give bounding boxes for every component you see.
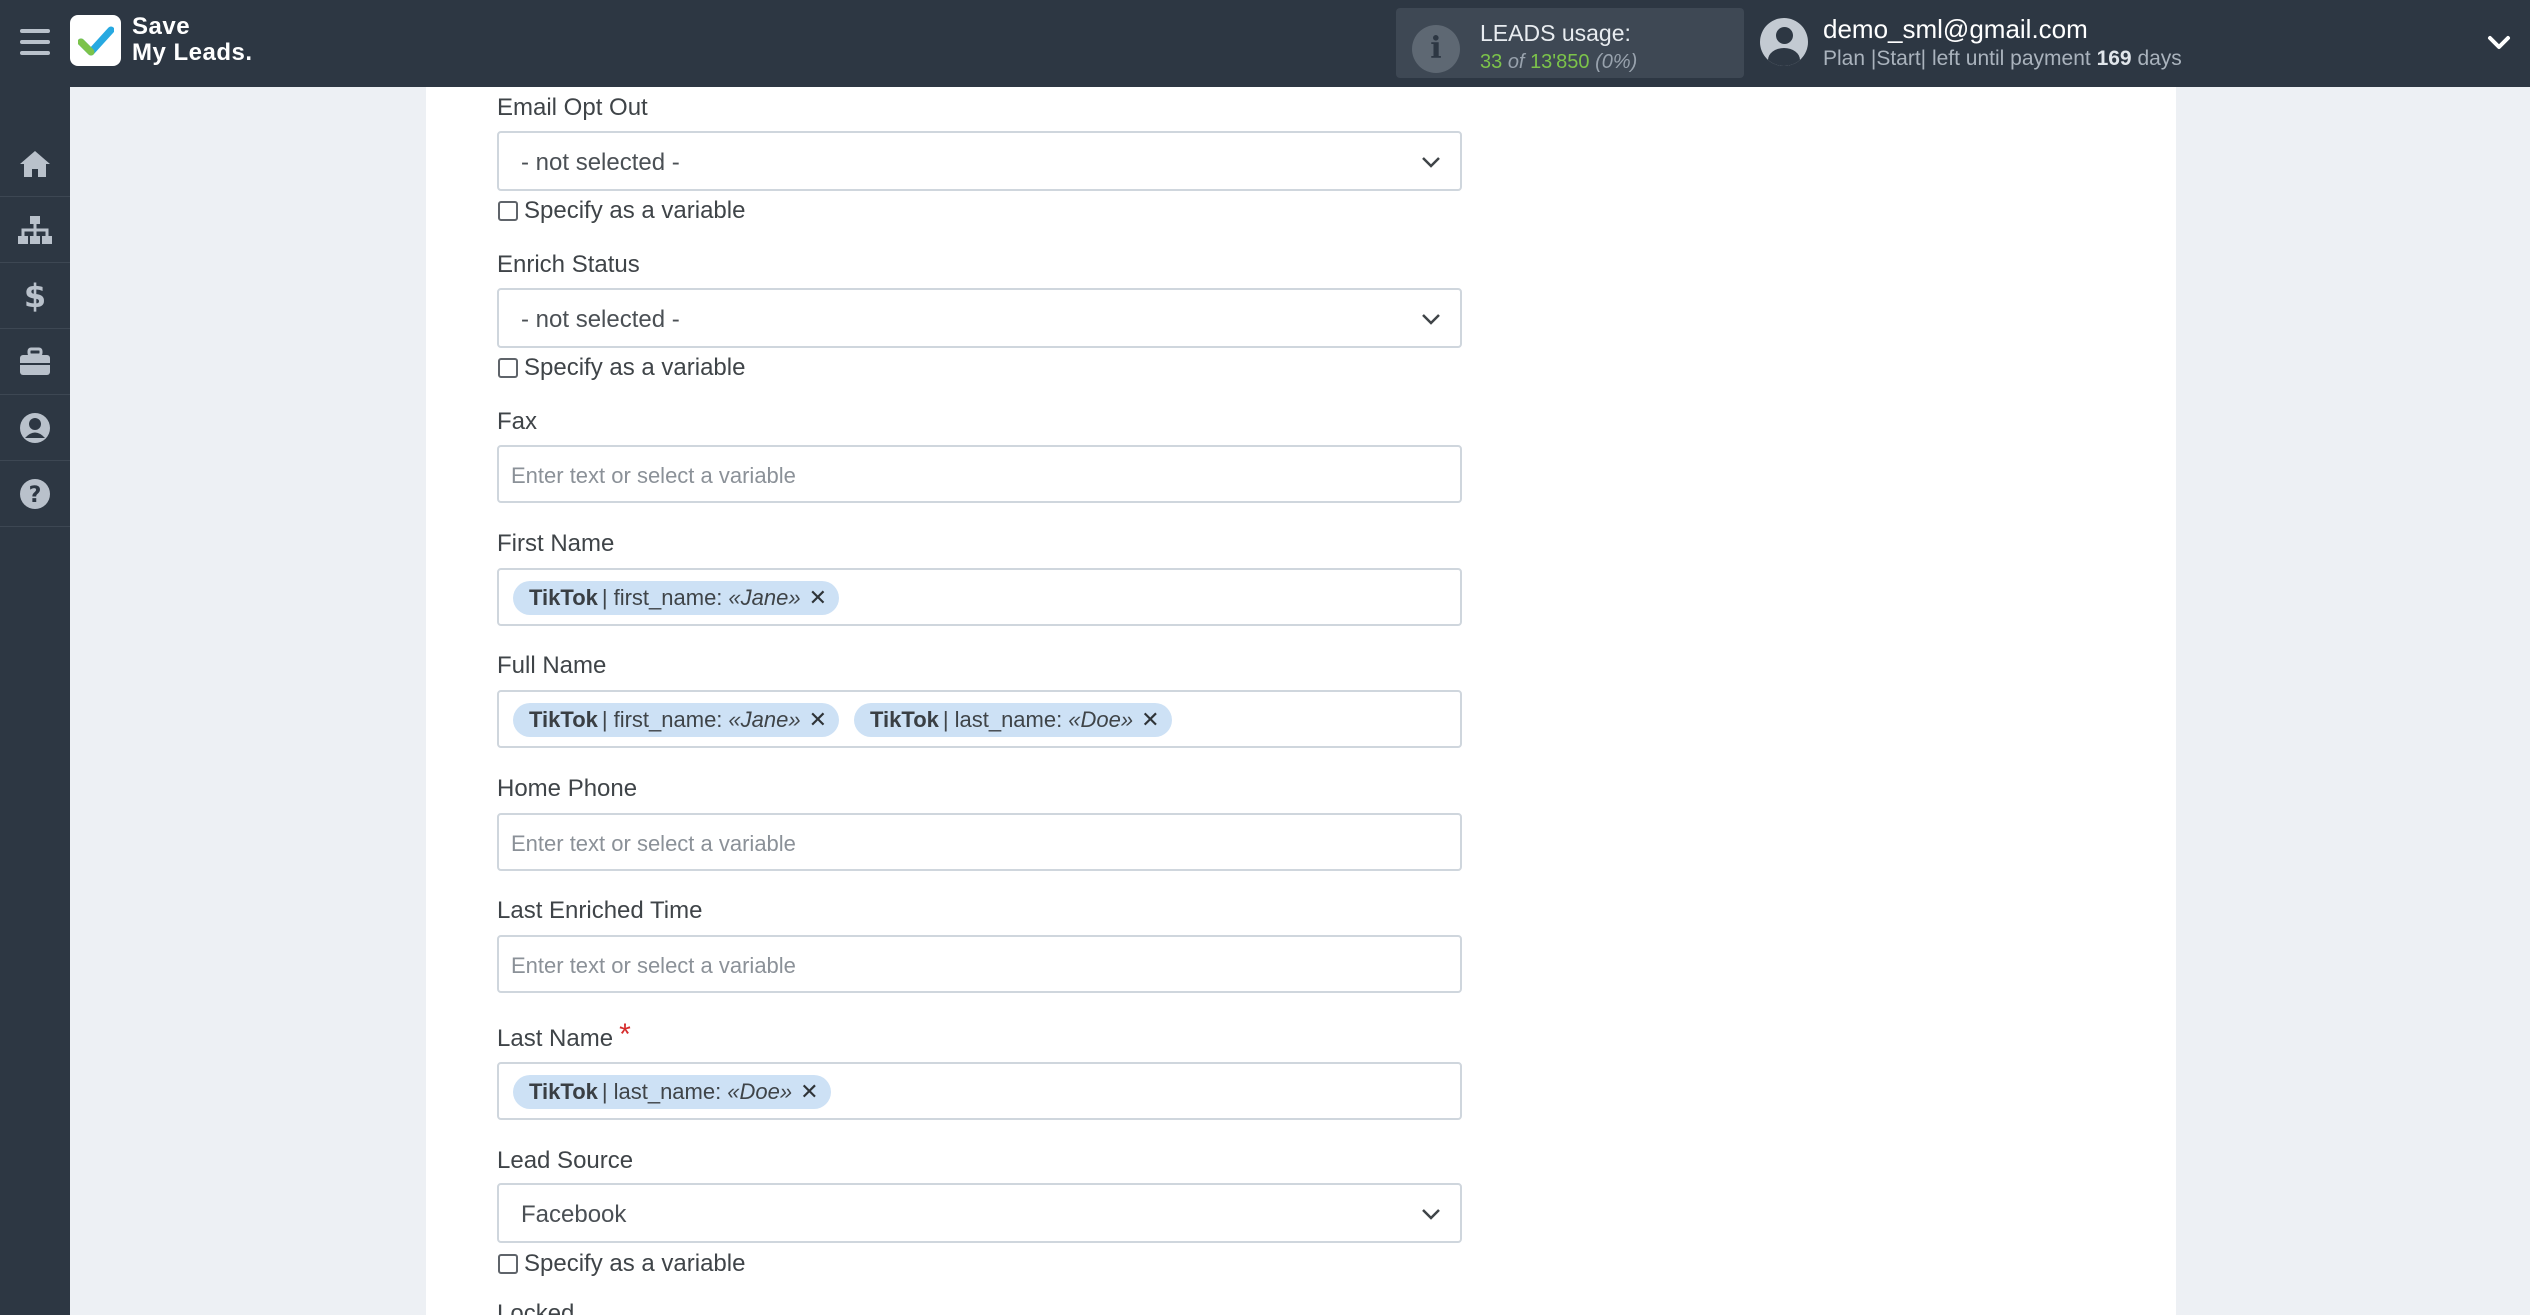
leads-usage-box: i LEADS usage: 33 of 13'850 (0%) bbox=[1396, 8, 1744, 78]
close-icon[interactable]: ✕ bbox=[800, 1079, 818, 1105]
tag-field: first_name: bbox=[613, 585, 723, 610]
leads-total: 13'850 bbox=[1530, 51, 1590, 73]
variable-tag: TikTok | last_name: «Doe» ✕ bbox=[854, 703, 1172, 737]
logo-line-1: Save bbox=[132, 13, 191, 40]
chevron-down-icon bbox=[1422, 314, 1440, 325]
tag-value: «Doe» bbox=[1068, 707, 1134, 732]
dollar-icon[interactable]: $ bbox=[0, 263, 70, 329]
logo-icon[interactable] bbox=[70, 15, 121, 66]
chevron-down-icon bbox=[1422, 1209, 1440, 1220]
lead-source-label: Lead Source bbox=[497, 1147, 634, 1174]
lead-source-select[interactable]: Facebook bbox=[497, 1183, 1462, 1243]
last-name-input[interactable]: TikTok | last_name: «Doe» ✕ bbox=[497, 1062, 1462, 1120]
chevron-down-icon bbox=[1422, 157, 1440, 168]
briefcase-icon[interactable] bbox=[0, 329, 70, 395]
menu-icon[interactable] bbox=[18, 25, 52, 59]
email-opt-out-checkbox[interactable]: Specify as a variable bbox=[498, 197, 745, 225]
first-name-input[interactable]: TikTok | first_name: «Jane» ✕ bbox=[497, 568, 1462, 626]
enrich-status-label: Enrich Status bbox=[497, 251, 640, 278]
svg-text:?: ? bbox=[29, 483, 42, 508]
checkbox-box[interactable] bbox=[498, 201, 518, 221]
leads-of: of bbox=[1507, 51, 1525, 73]
tag-field: last_name: bbox=[954, 707, 1063, 732]
tag-separator: | bbox=[601, 707, 608, 732]
enrich-status-value: - not selected - bbox=[521, 306, 680, 333]
email-opt-out-select[interactable]: - not selected - bbox=[497, 131, 1462, 191]
fax-label: Fax bbox=[497, 408, 538, 435]
email-opt-out-label: Email Opt Out bbox=[497, 94, 648, 121]
plan-days: 169 bbox=[2096, 47, 2132, 70]
enrich-status-select[interactable]: - not selected - bbox=[497, 288, 1462, 348]
variable-tag: TikTok | last_name: «Doe» ✕ bbox=[513, 1075, 831, 1109]
first-name-label: First Name bbox=[497, 530, 615, 557]
last-enriched-time-placeholder: Enter text or select a variable bbox=[511, 953, 796, 978]
fax-input[interactable]: Enter text or select a variable bbox=[497, 445, 1462, 503]
sitemap-icon[interactable] bbox=[0, 197, 70, 263]
plan-text: Plan |Start| left until payment bbox=[1823, 47, 2091, 70]
lead-source-value: Facebook bbox=[521, 1201, 627, 1228]
last-enriched-time-input[interactable]: Enter text or select a variable bbox=[497, 935, 1462, 993]
fax-placeholder: Enter text or select a variable bbox=[511, 463, 796, 488]
home-phone-placeholder: Enter text or select a variable bbox=[511, 831, 796, 856]
checkbox-box[interactable] bbox=[498, 358, 518, 378]
home-phone-input[interactable]: Enter text or select a variable bbox=[497, 813, 1462, 871]
user-circle-icon[interactable] bbox=[0, 395, 70, 461]
enrich-status-checkbox[interactable]: Specify as a variable bbox=[498, 354, 745, 382]
locked-label: Locked bbox=[497, 1300, 575, 1315]
leads-percent: (0%) bbox=[1595, 51, 1638, 73]
logo-text[interactable]: Save My Leads. bbox=[132, 14, 253, 66]
checkbox-label: Specify as a variable bbox=[524, 1250, 746, 1277]
full-name-input[interactable]: TikTok | first_name: «Jane» ✕ TikTok | l… bbox=[497, 690, 1462, 748]
checkbox-label: Specify as a variable bbox=[524, 197, 746, 224]
tag-value: «Doe» bbox=[727, 1079, 793, 1104]
leads-usage-title: LEADS usage: bbox=[1480, 20, 1631, 46]
lead-source-checkbox[interactable]: Specify as a variable bbox=[498, 1250, 745, 1278]
tag-field: first_name: bbox=[613, 707, 723, 732]
tag-separator: | bbox=[942, 707, 949, 732]
home-icon[interactable] bbox=[0, 131, 70, 197]
close-icon[interactable]: ✕ bbox=[809, 707, 827, 733]
close-icon[interactable]: ✕ bbox=[809, 585, 827, 611]
logo-line-2: My Leads. bbox=[132, 39, 253, 66]
variable-tag: TikTok | first_name: «Jane» ✕ bbox=[513, 703, 840, 737]
tag-value: «Jane» bbox=[728, 585, 801, 610]
variable-tag: TikTok | first_name: «Jane» ✕ bbox=[513, 581, 840, 615]
tag-value: «Jane» bbox=[728, 707, 801, 732]
last-name-label: Last Name * bbox=[497, 1018, 631, 1054]
close-icon[interactable]: ✕ bbox=[1141, 707, 1159, 733]
chevron-down-icon[interactable] bbox=[2484, 28, 2514, 58]
tag-source: TikTok bbox=[529, 1079, 598, 1104]
checkbox-label: Specify as a variable bbox=[524, 354, 746, 381]
leads-used: 33 bbox=[1480, 51, 1503, 73]
checkbox-box[interactable] bbox=[498, 1254, 518, 1274]
user-email[interactable]: demo_sml@gmail.com bbox=[1823, 14, 2088, 45]
last-enriched-time-label: Last Enriched Time bbox=[497, 897, 703, 924]
required-marker: * bbox=[619, 1018, 631, 1051]
tag-separator: | bbox=[601, 585, 608, 610]
sidebar: $ ? bbox=[0, 87, 70, 1315]
leads-usage-value: 33 of 13'850 (0%) bbox=[1480, 51, 1637, 74]
plan-days-suffix: days bbox=[2137, 47, 2182, 70]
user-plan: Plan |Start| left until payment 169 days bbox=[1823, 47, 2182, 71]
top-header: Save My Leads. i LEADS usage: 33 of 13'8… bbox=[0, 0, 2530, 87]
help-icon[interactable]: ? bbox=[0, 461, 70, 527]
tag-separator: | bbox=[601, 1079, 608, 1104]
tag-source: TikTok bbox=[529, 585, 598, 610]
tag-source: TikTok bbox=[870, 707, 939, 732]
svg-text:$: $ bbox=[24, 279, 46, 313]
user-avatar-icon[interactable] bbox=[1760, 18, 1808, 66]
home-phone-label: Home Phone bbox=[497, 775, 638, 802]
email-opt-out-value: - not selected - bbox=[521, 149, 680, 176]
tag-source: TikTok bbox=[529, 707, 598, 732]
info-icon: i bbox=[1412, 25, 1460, 73]
full-name-label: Full Name bbox=[497, 652, 607, 679]
last-name-label-text: Last Name bbox=[497, 1025, 614, 1052]
tag-field: last_name: bbox=[613, 1079, 722, 1104]
